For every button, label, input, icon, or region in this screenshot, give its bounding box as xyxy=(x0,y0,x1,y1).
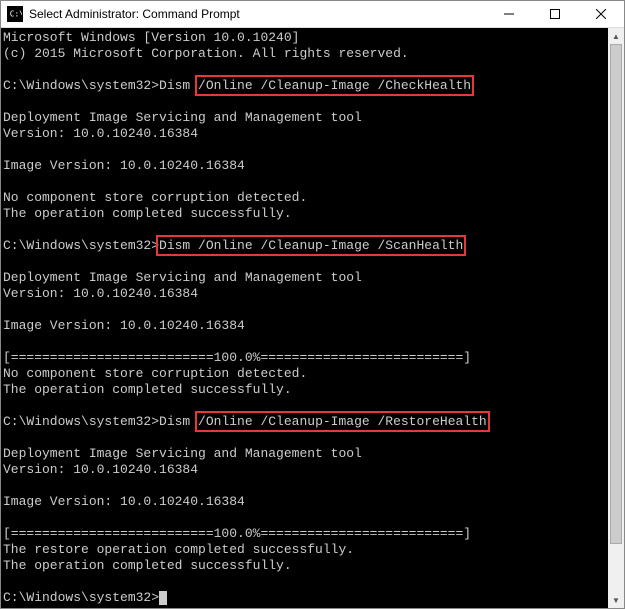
output-line: No component store corruption detected. xyxy=(3,366,606,382)
titlebar[interactable]: C:\ Select Administrator: Command Prompt xyxy=(1,1,624,28)
output-line: The operation completed successfully. xyxy=(3,382,606,398)
command-prompt-window: C:\ Select Administrator: Command Prompt… xyxy=(0,0,625,609)
output-line: (c) 2015 Microsoft Corporation. All righ… xyxy=(3,46,606,62)
window-controls xyxy=(486,1,624,27)
output-line: The operation completed successfully. xyxy=(3,558,606,574)
output-line: No component store corruption detected. xyxy=(3,190,606,206)
output-line: Image Version: 10.0.10240.16384 xyxy=(3,494,606,510)
output-line: Version: 10.0.10240.16384 xyxy=(3,126,606,142)
scrollbar-down-arrow-icon[interactable]: ▼ xyxy=(608,592,624,608)
vertical-scrollbar[interactable]: ▲ ▼ xyxy=(608,28,624,608)
output-line xyxy=(3,302,606,318)
output-line: Deployment Image Servicing and Managemen… xyxy=(3,446,606,462)
output-line: The operation completed successfully. xyxy=(3,206,606,222)
prompt-text: C:\Windows\system32> xyxy=(3,238,159,253)
scrollbar-up-arrow-icon[interactable]: ▲ xyxy=(608,28,624,44)
maximize-button[interactable] xyxy=(532,1,578,27)
output-line xyxy=(3,222,606,238)
output-line: Deployment Image Servicing and Managemen… xyxy=(3,110,606,126)
output-line xyxy=(3,62,606,78)
prompt-text: C:\Windows\system32>Dism xyxy=(3,78,198,93)
output-line xyxy=(3,142,606,158)
output-line: Version: 10.0.10240.16384 xyxy=(3,286,606,302)
svg-text:C:\: C:\ xyxy=(10,10,22,19)
close-button[interactable] xyxy=(578,1,624,27)
prompt-text: C:\Windows\system32>Dism xyxy=(3,414,198,429)
output-line: Image Version: 10.0.10240.16384 xyxy=(3,158,606,174)
output-line: Deployment Image Servicing and Managemen… xyxy=(3,270,606,286)
cmd-icon: C:\ xyxy=(7,6,23,22)
output-line: C:\Windows\system32>Dism /Online /Cleanu… xyxy=(3,414,606,430)
highlighted-command-3: /Online /Cleanup-Image /RestoreHealth xyxy=(198,414,487,429)
output-line xyxy=(3,430,606,446)
output-line: Version: 10.0.10240.16384 xyxy=(3,462,606,478)
output-line: The restore operation completed successf… xyxy=(3,542,606,558)
output-line xyxy=(3,478,606,494)
output-line: Microsoft Windows [Version 10.0.10240] xyxy=(3,30,606,46)
output-line xyxy=(3,254,606,270)
terminal-output[interactable]: Microsoft Windows [Version 10.0.10240](c… xyxy=(1,28,608,608)
output-line: [==========================100.0%=======… xyxy=(3,350,606,366)
terminal-area: Microsoft Windows [Version 10.0.10240](c… xyxy=(1,28,624,608)
output-line: [==========================100.0%=======… xyxy=(3,526,606,542)
output-line xyxy=(3,334,606,350)
output-line xyxy=(3,174,606,190)
prompt-text: C:\Windows\system32> xyxy=(3,590,159,605)
highlighted-command-2: Dism /Online /Cleanup-Image /ScanHealth xyxy=(159,238,463,253)
output-line xyxy=(3,574,606,590)
output-line xyxy=(3,510,606,526)
highlighted-command-1: /Online /Cleanup-Image /CheckHealth xyxy=(198,78,471,93)
output-line: Image Version: 10.0.10240.16384 xyxy=(3,318,606,334)
scrollbar-thumb[interactable] xyxy=(610,44,622,544)
output-line: C:\Windows\system32>Dism /Online /Cleanu… xyxy=(3,78,606,94)
output-line xyxy=(3,94,606,110)
output-line xyxy=(3,398,606,414)
cursor xyxy=(159,591,167,605)
output-line: C:\Windows\system32> xyxy=(3,590,606,606)
window-title: Select Administrator: Command Prompt xyxy=(29,7,486,21)
output-line: C:\Windows\system32>Dism /Online /Cleanu… xyxy=(3,238,606,254)
minimize-button[interactable] xyxy=(486,1,532,27)
